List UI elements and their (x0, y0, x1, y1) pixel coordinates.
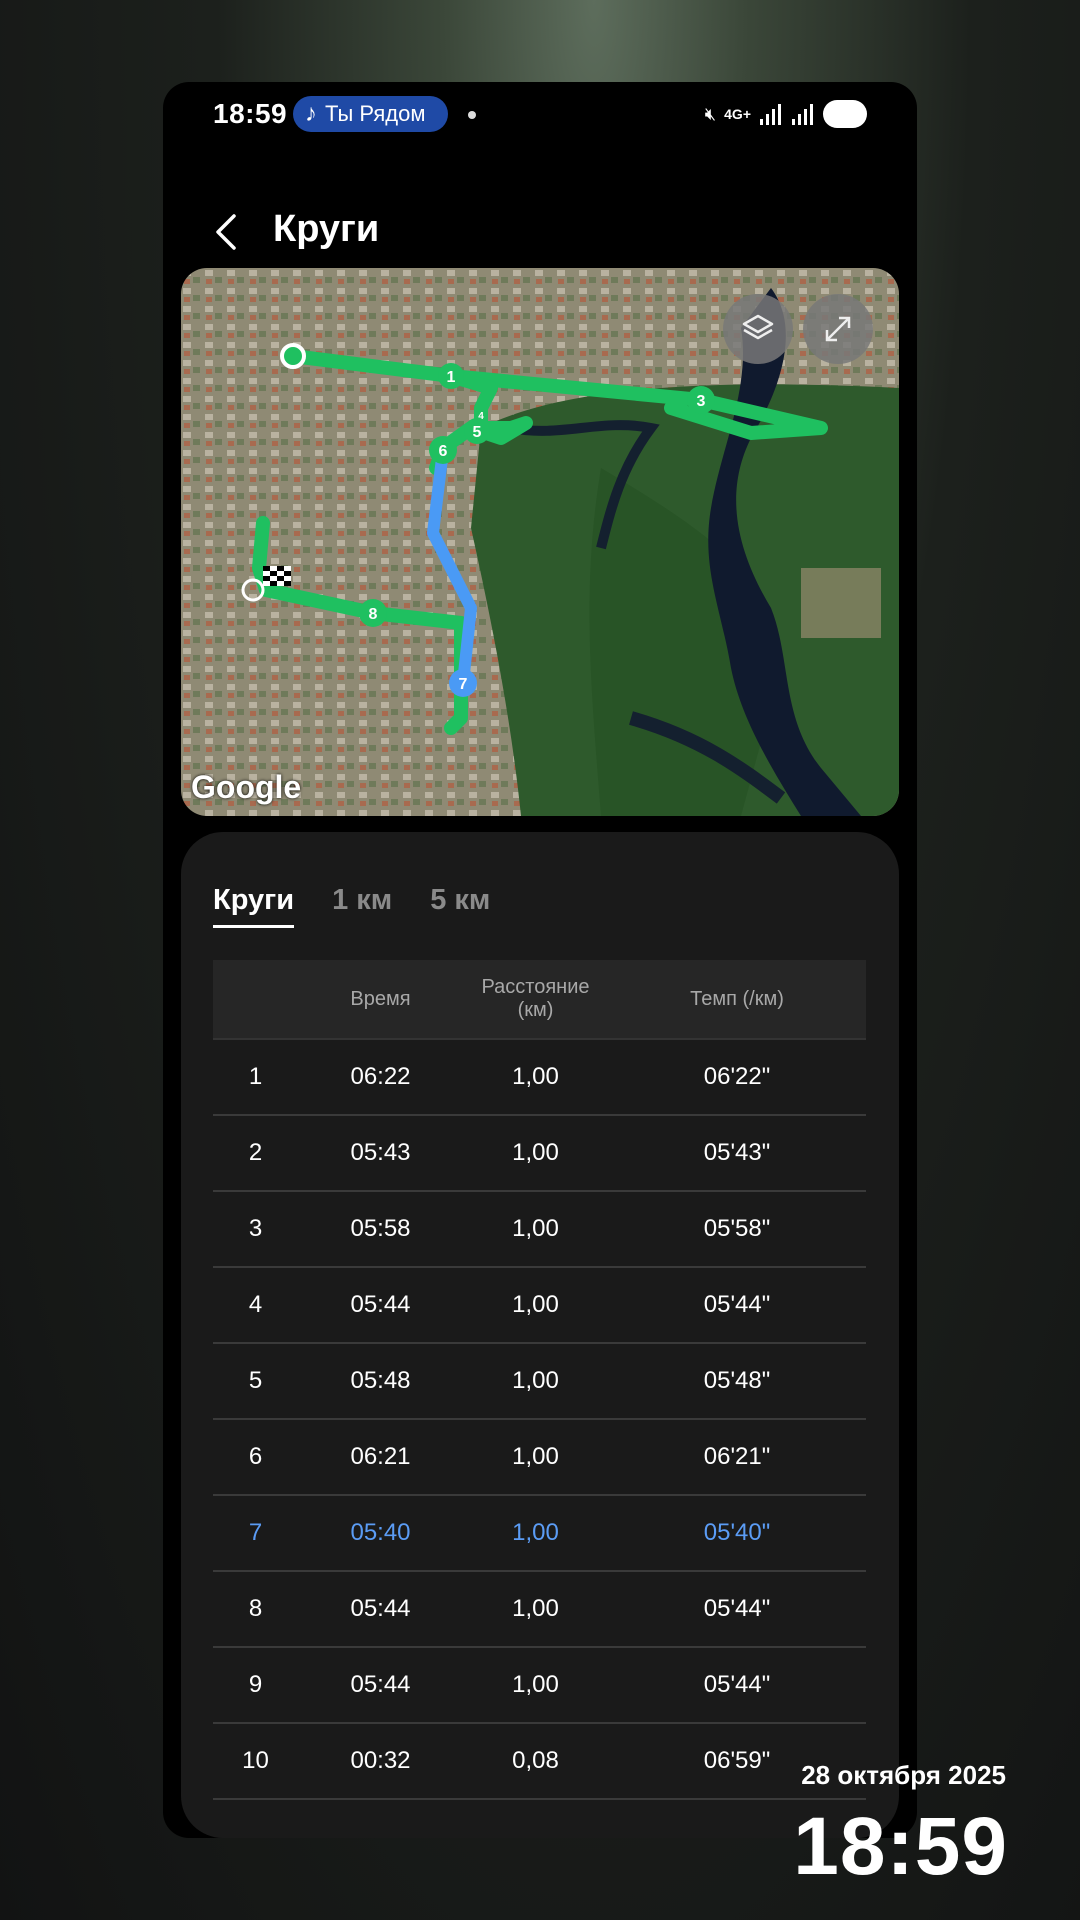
lap-number: 4 (248, 1291, 263, 1318)
lap-number: 5 (248, 1367, 263, 1394)
lap-time: 05:40 (350, 1519, 411, 1546)
overlay-date: 28 октября 2025 (801, 1760, 1006, 1790)
media-pill-label: Ты Рядом (325, 101, 426, 126)
col-pace: Темп (/км) (690, 987, 784, 1010)
page-title: Круги (273, 208, 380, 250)
table-row: 9 05:44 1,00 05'44" (213, 1648, 866, 1724)
laps-table: Время Расстояние (км) Темп (/км) 1 06:22 1… (213, 960, 866, 1800)
lap-number: 1 (248, 1063, 263, 1090)
svg-text:1: 1 (447, 369, 456, 386)
lap-distance: 1,00 (512, 1215, 559, 1242)
lap-number: 9 (248, 1671, 263, 1698)
table-row: 5 05:48 1,00 05'48" (213, 1344, 866, 1420)
google-attribution: Google (191, 769, 302, 805)
status-icons: 🔇︎ 4G+ 59 (705, 98, 867, 130)
lap-number: 6 (248, 1443, 263, 1470)
lap-pace: 05'40" (703, 1519, 771, 1546)
network-type: 4G+ (724, 106, 751, 122)
lap-marker-6[interactable]: 6 (429, 436, 457, 464)
lap-time: 05:58 (350, 1215, 411, 1242)
lap-pace: 05'44" (703, 1671, 771, 1698)
svg-text:3: 3 (697, 393, 706, 410)
lap-marker-7[interactable]: 7 (449, 669, 477, 697)
table-row-highlighted: 7 05:40 1,00 05'40" (213, 1496, 866, 1572)
svg-text:7: 7 (459, 676, 468, 693)
lap-distance: 1,00 (512, 1139, 559, 1166)
music-note-icon: ♪ (305, 100, 317, 127)
back-arrow-icon[interactable] (208, 212, 248, 252)
lap-distance: 1,00 (512, 1671, 559, 1698)
lap-distance: 1,00 (512, 1367, 559, 1394)
map-canvas: 1 3 4 5 6 7 8 (181, 268, 899, 816)
phone-screen: 18:59 ♪ Ты Рядом 🔇︎ 4G+ 59 Круги 1 3 4 5… (163, 82, 917, 1838)
lap-distance: 1,00 (512, 1519, 559, 1546)
signal-icon (760, 104, 781, 125)
lap-number: 8 (248, 1595, 263, 1622)
col-distance: Расстояние (км) (481, 976, 590, 1021)
status-time: 18:59 (213, 98, 288, 129)
lap-distance: 1,00 (512, 1595, 559, 1622)
svg-text:6: 6 (439, 443, 448, 460)
lap-marker-1[interactable]: 1 (438, 363, 464, 389)
lap-number: 2 (248, 1139, 263, 1166)
lap-pace: 06'21" (703, 1443, 771, 1470)
lap-time: 05:44 (350, 1291, 411, 1318)
lap-marker-8[interactable]: 8 (359, 599, 387, 627)
lap-marker-5[interactable]: 5 (464, 418, 490, 444)
map-layers-button[interactable] (723, 294, 793, 364)
lap-time: 05:43 (350, 1139, 411, 1166)
svg-text:8: 8 (369, 606, 378, 623)
tab-1km[interactable]: 1 км (332, 884, 392, 928)
app-header: Круги (163, 192, 917, 272)
lap-number: 7 (248, 1519, 263, 1546)
signal-icon-2 (792, 104, 813, 125)
lap-pace: 05'44" (703, 1291, 771, 1318)
lap-time: 00:32 (350, 1747, 411, 1774)
lap-pace: 05'44" (703, 1595, 771, 1622)
lap-time: 05:44 (350, 1671, 411, 1698)
map-fullscreen-button[interactable] (803, 294, 873, 364)
mute-icon: 🔇︎ (704, 103, 717, 124)
lap-pace: 06'22" (703, 1063, 771, 1090)
lap-distance: 0,08 (512, 1747, 559, 1774)
table-row: 1 06:22 1,00 06'22" (213, 1040, 866, 1116)
lap-distance: 1,00 (512, 1291, 559, 1318)
lap-time: 05:48 (350, 1367, 411, 1394)
lap-number: 3 (248, 1215, 263, 1242)
layers-icon (742, 314, 774, 340)
lap-distance: 1,00 (512, 1443, 559, 1470)
lap-pace: 05'48" (703, 1367, 771, 1394)
lap-time: 06:22 (350, 1063, 411, 1090)
lap-time: 05:44 (350, 1595, 411, 1622)
lap-time: 06:21 (350, 1443, 411, 1470)
battery-indicator: 59 (823, 100, 867, 128)
lap-number: 10 (242, 1747, 269, 1774)
notification-dot (468, 111, 476, 119)
laps-card: Круги 1 км 5 км Время Расстояние (км) Те… (181, 832, 899, 1838)
lap-distance: 1,00 (512, 1063, 559, 1090)
table-row: 6 06:21 1,00 06'21" (213, 1420, 866, 1496)
table-row: 10 00:32 0,08 06'59" (213, 1724, 866, 1800)
status-bar: 18:59 ♪ Ты Рядом 🔇︎ 4G+ 59 (163, 82, 917, 144)
route-map[interactable]: 1 3 4 5 6 7 8 Google (181, 268, 899, 816)
table-row: 2 05:43 1,00 05'43" (213, 1116, 866, 1192)
expand-icon (825, 316, 851, 342)
lap-pace: 05'58" (703, 1215, 771, 1242)
tab-5km[interactable]: 5 км (430, 884, 490, 928)
svg-text:5: 5 (473, 424, 482, 441)
table-row: 4 05:44 1,00 05'44" (213, 1268, 866, 1344)
lap-marker-3[interactable]: 3 (687, 386, 715, 414)
segment-tabs: Круги 1 км 5 км (213, 884, 490, 928)
table-header: Время Расстояние (км) Темп (/км) (213, 960, 866, 1040)
lap-pace: 05'43" (703, 1139, 771, 1166)
media-pill[interactable]: ♪ Ты Рядом (293, 96, 448, 132)
table-row: 3 05:58 1,00 05'58" (213, 1192, 866, 1268)
table-row: 8 05:44 1,00 05'44" (213, 1572, 866, 1648)
tab-laps[interactable]: Круги (213, 884, 295, 928)
col-time: Время (350, 987, 411, 1010)
overlay-clock: 18:59 (793, 1801, 1008, 1892)
